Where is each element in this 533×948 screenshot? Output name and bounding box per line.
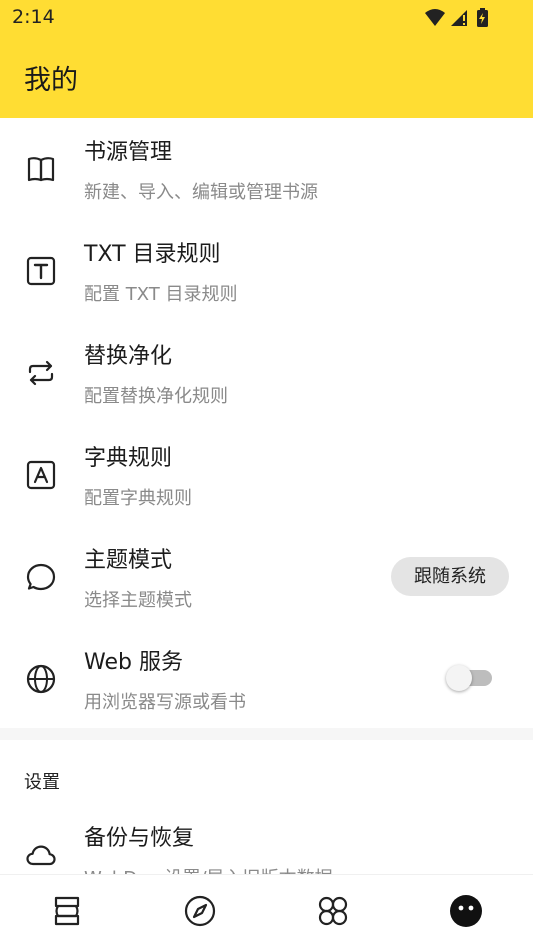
bottom-navigation xyxy=(0,874,533,948)
book-open-icon xyxy=(27,157,55,182)
list-item-txt-rules[interactable]: TXT 目录规则 配置 TXT 目录规则 xyxy=(0,220,533,322)
item-subtitle: 配置 TXT 目录规则 xyxy=(84,284,238,305)
item-subtitle: 配置替换净化规则 xyxy=(84,386,228,407)
battery-charging-icon xyxy=(477,8,488,27)
list-item-dict-rules[interactable]: 字典规则 配置字典规则 xyxy=(0,424,533,526)
item-subtitle: 选择主题模式 xyxy=(84,590,192,611)
web-service-toggle[interactable] xyxy=(446,665,494,691)
section-divider xyxy=(0,728,533,740)
cloud-icon xyxy=(26,845,56,866)
item-title: 书源管理 xyxy=(84,140,173,165)
list-item-backup-restore[interactable]: 备份与恢复 WebDav 设置/导入旧版本数据 xyxy=(0,804,533,874)
app-bar: 2:14 我的 xyxy=(0,0,533,118)
wifi-icon xyxy=(425,9,445,26)
toggle-thumb xyxy=(446,665,472,691)
status-time: 2:14 xyxy=(12,6,55,28)
letter-t-icon xyxy=(26,256,56,286)
face-icon[interactable] xyxy=(448,893,484,929)
item-title: 主题模式 xyxy=(84,548,173,573)
globe-icon xyxy=(26,664,56,694)
list-item-book-source[interactable]: 书源管理 新建、导入、编辑或管理书源 xyxy=(0,118,533,220)
item-title: 替换净化 xyxy=(84,344,173,369)
settings-list: 备份与恢复 WebDav 设置/导入旧版本数据 xyxy=(0,740,533,874)
theme-mode-button[interactable]: 跟随系统 xyxy=(391,557,509,596)
item-subtitle: 配置字典规则 xyxy=(84,488,192,509)
item-subtitle: WebDav 设置/导入旧版本数据 xyxy=(84,864,333,874)
item-title: TXT 目录规则 xyxy=(84,242,221,267)
status-bar: 2:14 xyxy=(0,0,533,36)
letter-a-icon xyxy=(26,460,56,490)
swap-arrows-icon xyxy=(28,360,54,386)
page-title: 我的 xyxy=(24,65,78,96)
item-subtitle: 新建、导入、编辑或管理书源 xyxy=(84,182,318,203)
item-subtitle: 用浏览器写源或看书 xyxy=(84,692,246,713)
item-title: 备份与恢复 xyxy=(84,826,195,851)
compass-icon[interactable] xyxy=(182,893,218,929)
status-icons xyxy=(425,8,488,27)
item-title: Web 服务 xyxy=(84,650,183,675)
speech-bubble-icon xyxy=(26,563,56,591)
four-petal-icon[interactable] xyxy=(315,893,351,929)
bookshelf-icon[interactable] xyxy=(49,893,85,929)
item-title: 字典规则 xyxy=(84,446,173,471)
list-item-replace-rules[interactable]: 替换净化 配置替换净化规则 xyxy=(0,322,533,424)
